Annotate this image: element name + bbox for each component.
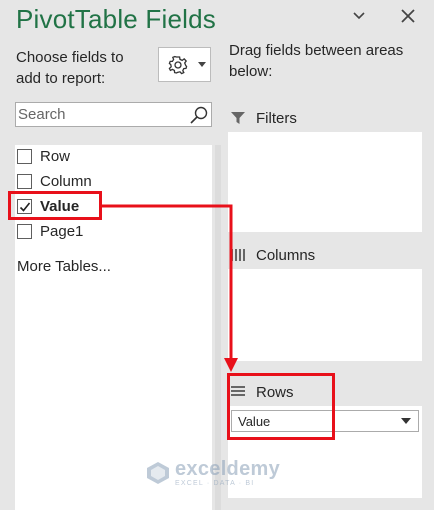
close-icon[interactable] (398, 6, 418, 26)
dropdown-chevron-icon[interactable] (349, 6, 369, 26)
checkbox-checked[interactable] (17, 198, 32, 214)
watermark: exceldemy EXCEL · DATA · BI (145, 458, 280, 487)
rows-icon (231, 386, 245, 396)
scrollbar[interactable] (215, 145, 221, 510)
field-list: Row Column Value Page1 More Tables... (15, 145, 212, 510)
search-box[interactable] (15, 102, 212, 127)
watermark-tagline: EXCEL · DATA · BI (175, 480, 255, 487)
field-item-value[interactable]: Value (17, 195, 79, 217)
drag-fields-label: Drag fields between areas below: (229, 42, 404, 80)
exceldemy-logo-icon (147, 461, 169, 484)
field-label: Value (40, 197, 80, 215)
pane-title: PivotTable Fields (16, 4, 216, 34)
field-label: Column (40, 172, 92, 190)
field-label: Page1 (40, 222, 84, 240)
rows-field-value[interactable]: Value (231, 410, 419, 432)
rows-label: Rows (256, 383, 294, 401)
filters-area-header: Filters (230, 108, 297, 128)
columns-icon (231, 249, 245, 261)
filter-icon (231, 112, 245, 124)
columns-drop-area[interactable] (228, 269, 422, 361)
filters-label: Filters (256, 109, 297, 127)
field-item-row[interactable]: Row (17, 145, 70, 167)
columns-area-header: Columns (230, 245, 315, 265)
more-tables-link[interactable]: More Tables... (17, 258, 111, 275)
columns-label: Columns (256, 246, 316, 264)
checkbox[interactable] (17, 148, 32, 164)
checkmark-icon (19, 202, 31, 212)
watermark-name: exceldemy (175, 458, 280, 480)
search-input[interactable] (16, 103, 186, 126)
search-icon[interactable] (189, 105, 209, 125)
choose-fields-label: Choose fields to add to report: (16, 49, 124, 87)
filters-drop-area[interactable] (228, 132, 422, 232)
field-item-column[interactable]: Column (17, 170, 92, 192)
rows-field-label: Value (238, 413, 271, 429)
gear-icon (168, 55, 188, 75)
checkbox[interactable] (17, 223, 32, 239)
tools-button[interactable] (158, 47, 211, 82)
field-label: Row (40, 147, 71, 165)
chevron-down-icon (198, 62, 206, 67)
field-item-page1[interactable]: Page1 (17, 220, 83, 242)
rows-area-header: Rows (230, 382, 294, 402)
checkbox[interactable] (17, 173, 32, 189)
dropdown-arrow-icon[interactable] (400, 415, 412, 427)
